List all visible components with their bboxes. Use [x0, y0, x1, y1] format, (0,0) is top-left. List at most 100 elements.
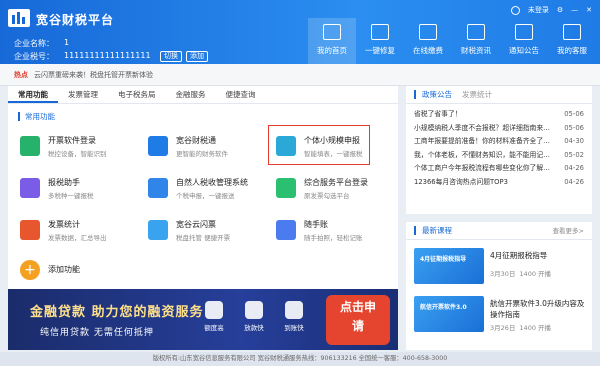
- function-tile[interactable]: 开票软件登录 税控设备，智能识别: [18, 132, 138, 162]
- policy-item-title[interactable]: 12366每月咨询热点问题TOP3: [414, 176, 554, 190]
- nav-repair[interactable]: 一键修复: [356, 18, 404, 64]
- policy-header: 政策公告 发票统计: [406, 86, 592, 104]
- course-date: 3月26日: [490, 324, 516, 332]
- tile-subtitle: 个税申报，一键报送: [176, 192, 235, 200]
- policy-item-title[interactable]: 个体工商户今年报税流程有哪些变化你了解吗？征税事项: [414, 162, 554, 176]
- user-icon[interactable]: [510, 5, 520, 15]
- tab-finance[interactable]: 金融服务: [166, 86, 216, 103]
- close-icon[interactable]: ✕: [586, 6, 592, 14]
- company-name-label: 企业名称：: [14, 39, 54, 48]
- policy-item[interactable]: 12366每月咨询热点问题TOP3 04-26: [406, 176, 592, 190]
- course-status: 1400 开播: [519, 270, 552, 278]
- tab-invoice[interactable]: 发票管理: [58, 86, 108, 103]
- course-thumbnail[interactable]: 航信开票软件3.0: [414, 296, 484, 332]
- tile-title: 发票统计: [48, 220, 80, 229]
- tile-title: 报税助手: [48, 178, 80, 187]
- course-title: 最新课程: [422, 226, 452, 235]
- add-icon: +: [20, 260, 40, 280]
- notice-text[interactable]: 云闪票重磅来袭！税盘托管开票新体验: [34, 71, 153, 79]
- policy-item-title[interactable]: 我，个体老板，不懂财务知识，能不能用记账软件？: [414, 149, 554, 163]
- more-courses-link[interactable]: 查看更多>: [553, 222, 584, 240]
- course-status: 1400 开播: [519, 324, 552, 332]
- function-tile[interactable]: 随手账 随手拍照，轻松记账: [274, 216, 394, 246]
- course-title[interactable]: 4月征期报税指导: [490, 250, 590, 261]
- policy-list: 省税了省事了！ 05-06 小规模纳税人季度不会报税？超详细指南来喽！ 05-06 工商…: [406, 104, 592, 189]
- login-status[interactable]: 未登录: [528, 5, 549, 15]
- switch-button[interactable]: 切换: [160, 51, 182, 62]
- hot-tag: 热点: [14, 71, 28, 79]
- add-company-button[interactable]: 添加: [186, 51, 208, 62]
- course-item[interactable]: 航信开票软件3.0 航信开票软件3.0升级内容及操作指南 3月26日 1400 开播: [414, 296, 584, 334]
- tile-title: 自然人税收管理系统: [176, 178, 248, 187]
- policy-sub[interactable]: 发票统计: [462, 86, 492, 103]
- policy-item-date: 05-06: [564, 110, 584, 118]
- policy-item[interactable]: 个体工商户今年报税流程有哪些变化你了解吗？征税事项 04-26: [406, 162, 592, 176]
- tile-icon: [20, 136, 40, 156]
- tile-icon: [276, 178, 296, 198]
- policy-item[interactable]: 小规模纳税人季度不会报税？超详细指南来喽！ 05-06: [406, 122, 592, 136]
- function-tile[interactable]: 综合服务平台登录 原发票勾选平台: [274, 174, 394, 204]
- policy-item-date: 04-30: [564, 137, 584, 145]
- megaphone-icon: [515, 24, 533, 40]
- tab-common[interactable]: 常用功能: [8, 86, 58, 103]
- policy-item[interactable]: 我，个体老板，不懂财务知识，能不能用记账软件？ 05-02: [406, 149, 592, 163]
- tile-title: 开票软件登录: [48, 136, 96, 145]
- company-tax-label: 企业税号：: [14, 52, 54, 61]
- policy-title[interactable]: 政策公告: [422, 86, 452, 103]
- nav-home[interactable]: 我的首页: [308, 18, 356, 64]
- minimize-icon[interactable]: —: [571, 6, 578, 14]
- policy-panel: 政策公告 发票统计 省税了省事了！ 05-06 小规模纳税人季度不会报税？超详细指南来…: [406, 86, 592, 214]
- policy-item-title[interactable]: 小规模纳税人季度不会报税？超详细指南来喽！: [414, 122, 554, 136]
- section-title: 常用功能: [18, 112, 398, 121]
- function-tile[interactable]: 发票统计发票数据，汇总导出: [18, 216, 138, 246]
- policy-item[interactable]: 工商年报要提前准备！你的材料准备齐全了吗？ 04-30: [406, 135, 592, 149]
- main-nav: 我的首页 一键修复 在线缴费 财税资讯 通知公告 我的客服: [308, 18, 596, 64]
- app-header: 宽谷财税平台 企业名称： 1 企业税号： 11111111111111111 切…: [0, 0, 600, 64]
- payment-icon: [419, 24, 437, 40]
- nav-payment[interactable]: 在线缴费: [404, 18, 452, 64]
- headset-icon: [563, 24, 581, 40]
- course-header: 最新课程 查看更多>: [406, 222, 592, 240]
- course-date: 3月30日: [490, 270, 516, 278]
- policy-item-date: 05-02: [564, 150, 584, 159]
- company-name-value: 1: [64, 38, 70, 47]
- truck-icon: [285, 301, 303, 319]
- nav-notice[interactable]: 通知公告: [500, 18, 548, 64]
- thumbnail-text: 4月征期报税指导: [420, 256, 467, 263]
- function-tile[interactable]: + 添加功能: [18, 256, 138, 286]
- policy-item[interactable]: 省税了省事了！ 05-06: [406, 108, 592, 122]
- app-title: 宽谷财税平台: [36, 13, 115, 27]
- tile-icon: [276, 220, 296, 240]
- course-list: 4月征期报税指导 4月征期报税指导 3月30日 1400 开播 航信开票软件3.0 航信开…: [406, 248, 592, 334]
- app-logo-icon: [8, 9, 30, 27]
- apply-button[interactable]: 点击申请: [326, 295, 390, 345]
- function-tile[interactable]: 自然人税收管理系统 个税申报，一键报送: [146, 174, 266, 204]
- course-title[interactable]: 航信开票软件3.0升级内容及操作指南: [490, 298, 590, 320]
- loan-banner[interactable]: 金融贷款 助力您的融资服务 纯信用贷款 无需任何抵押 额度高 放款快 到账快 点…: [8, 289, 398, 350]
- tab-query[interactable]: 便捷查询: [216, 86, 266, 103]
- highlight-box: [268, 125, 370, 165]
- nav-news[interactable]: 财税资讯: [452, 18, 500, 64]
- nav-service[interactable]: 我的客服: [548, 18, 596, 64]
- function-tile[interactable]: 报税助手多税种一键报税: [18, 174, 138, 204]
- tile-title: 宽谷财税通: [176, 136, 216, 145]
- tile-subtitle: 多税种一键报税: [48, 192, 94, 200]
- tab-etax[interactable]: 电子税务局: [108, 86, 166, 103]
- course-item[interactable]: 4月征期报税指导 4月征期报税指导 3月30日 1400 开播: [414, 248, 584, 286]
- policy-item-date: 04-26: [564, 164, 584, 172]
- tile-subtitle: 发票数据，汇总导出: [48, 234, 107, 242]
- banner-feature-3: 到账快: [274, 301, 314, 332]
- notice-bar[interactable]: 热点 云闪票重磅来袭！税盘托管开票新体验: [0, 64, 600, 86]
- window-controls: 未登录 ⚙ — ✕: [510, 5, 592, 15]
- tile-icon: [148, 178, 168, 198]
- settings-icon[interactable]: ⚙: [557, 6, 563, 14]
- function-tabs: 常用功能 发票管理 电子税务局 金融服务 便捷查询: [8, 86, 398, 104]
- policy-item-title[interactable]: 工商年报要提前准备！你的材料准备齐全了吗？: [414, 135, 554, 149]
- banner-headline: 金融贷款 助力您的融资服务: [30, 305, 204, 320]
- function-tile[interactable]: 宽谷财税通 更智能的财务软件: [146, 132, 266, 162]
- function-tile[interactable]: 宽谷云闪票 税盘托管 便捷开票: [146, 216, 266, 246]
- thumbnail-text: 航信开票软件3.0: [420, 304, 467, 311]
- policy-item-title[interactable]: 省税了省事了！: [414, 108, 554, 122]
- course-thumbnail[interactable]: 4月征期报税指导: [414, 248, 484, 284]
- clock-icon: [245, 301, 263, 319]
